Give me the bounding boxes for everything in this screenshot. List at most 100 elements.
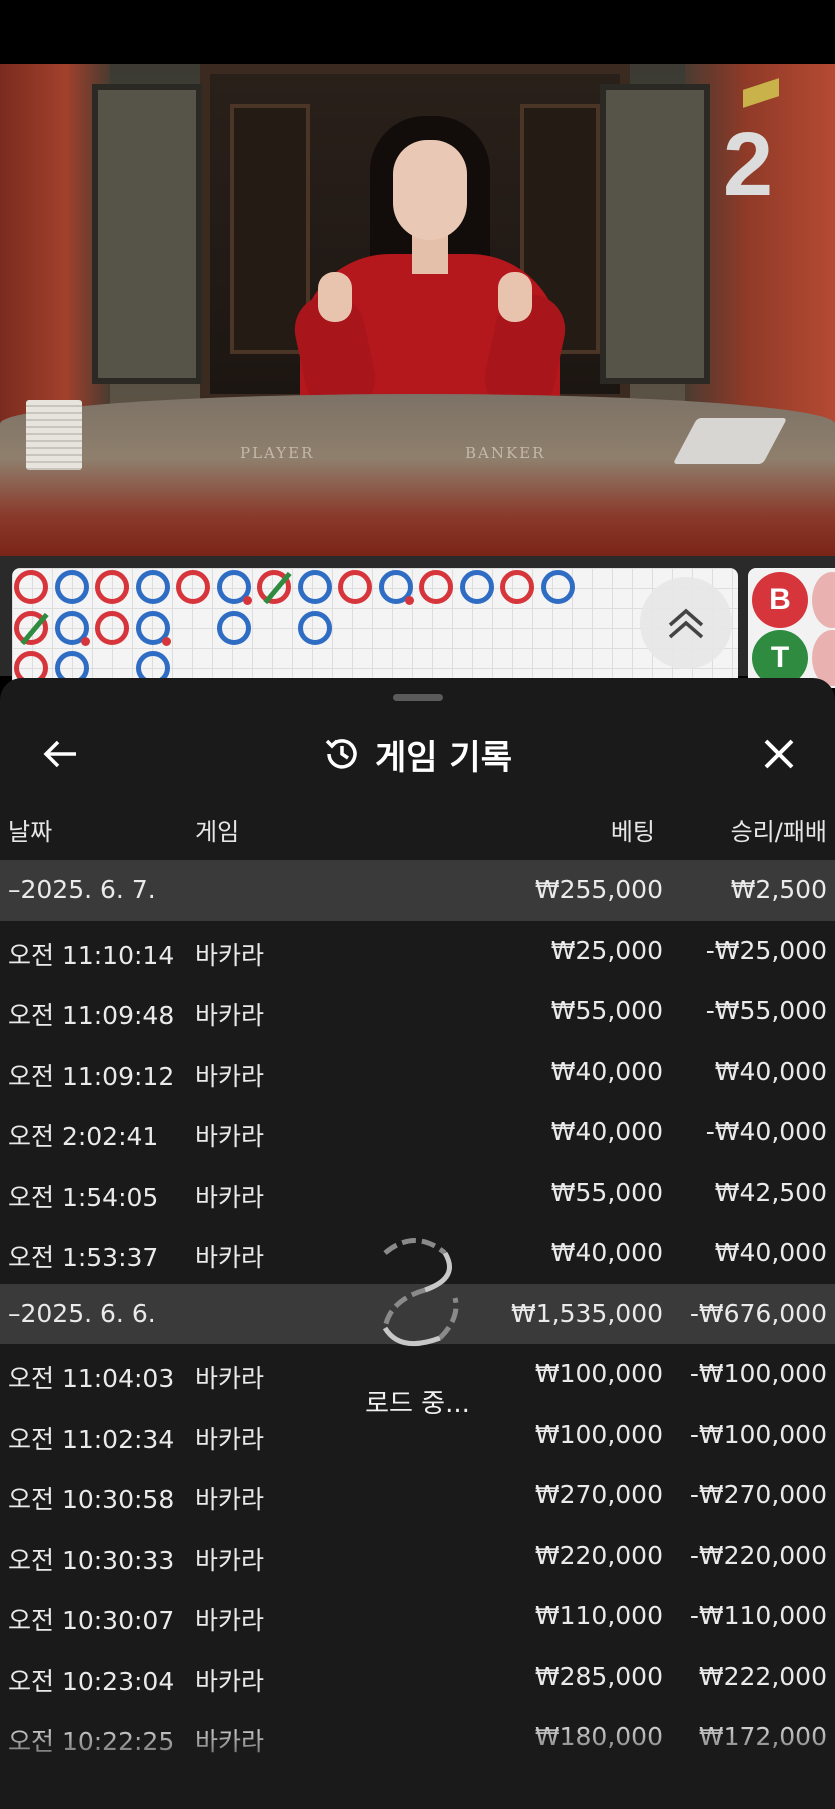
cell-win-loss: ₩222,000 bbox=[698, 1661, 827, 1691]
cell-bet: ₩55,000 bbox=[550, 996, 663, 1025]
cell-game: 바카라 bbox=[195, 1666, 265, 1696]
history-icon bbox=[325, 739, 357, 769]
close-button[interactable] bbox=[757, 732, 801, 776]
cell-win-loss: -₩676,000 bbox=[689, 1298, 827, 1328]
cell-game: 바카라 bbox=[195, 1182, 265, 1212]
cell-win-loss: -₩110,000 bbox=[689, 1601, 827, 1630]
cell-bet: ₩180,000 bbox=[534, 1722, 663, 1751]
cell-bet: ₩220,000 bbox=[534, 1540, 663, 1570]
cell-bet: ₩40,000 bbox=[550, 1117, 663, 1146]
table-row[interactable]: 오전 1:54:05 바카라 ₩55,000 ₩42,500 bbox=[0, 1163, 835, 1224]
cell-win-loss: ₩2,500 bbox=[730, 875, 827, 904]
cell-bet: ₩40,000 bbox=[550, 1238, 663, 1267]
table-row[interactable]: 오전 11:09:12 바카라 ₩40,000 ₩40,000 bbox=[0, 1042, 835, 1103]
bead-player bbox=[297, 610, 332, 645]
pair-dot bbox=[404, 596, 414, 605]
cell-date: 오전 10:30:33 bbox=[8, 1545, 175, 1575]
sheet-header: 게임 기록 bbox=[0, 714, 835, 794]
cell-game: 바카라 bbox=[195, 1001, 265, 1030]
cell-bet: ₩25,000 bbox=[550, 935, 663, 965]
pair-dot bbox=[80, 636, 90, 646]
bet-banker-button[interactable]: B bbox=[752, 572, 808, 628]
cell-date: 오전 11:10:14 bbox=[8, 940, 175, 970]
column-header-win-loss: 승리/패배 bbox=[730, 818, 827, 846]
bead-player bbox=[378, 570, 414, 605]
bead-banker bbox=[419, 570, 453, 604]
cell-win-loss: -₩100,000 bbox=[689, 1419, 827, 1449]
table-row[interactable]: 오전 10:22:25 바카라 ₩180,000 ₩172,000 bbox=[0, 1707, 835, 1768]
bead-roadmap[interactable] bbox=[12, 568, 738, 688]
cell-date: 오전 11:02:34 bbox=[8, 1424, 175, 1454]
pair-dot bbox=[242, 596, 252, 605]
bead-player bbox=[459, 570, 494, 604]
cell-date: 오전 11:09:48 bbox=[8, 1001, 175, 1030]
loading-text: 로드 중... bbox=[365, 1389, 470, 1419]
cell-game: 바카라 bbox=[195, 1424, 265, 1454]
cell-bet: ₩255,000 bbox=[534, 875, 663, 904]
table-row[interactable]: 오전 10:23:04 바카라 ₩285,000 ₩222,000 bbox=[0, 1647, 835, 1708]
table-row[interactable]: 오전 11:09:48 바카라 ₩55,000 -₩55,000 bbox=[0, 981, 835, 1042]
spinner-icon bbox=[382, 1238, 459, 1347]
bead-banker bbox=[338, 570, 372, 604]
cell-bet: ₩55,000 bbox=[550, 1177, 663, 1207]
cell-date: 오전 10:22:25 bbox=[8, 1727, 175, 1756]
bead-player bbox=[54, 570, 89, 604]
cell-date: 오전 2:02:41 bbox=[8, 1122, 159, 1151]
status-bar bbox=[0, 0, 835, 64]
date-group-row[interactable]: –2025. 6. 7. ₩255,000 ₩2,500 bbox=[0, 860, 835, 921]
live-video: PLAYER BANKER 2 bbox=[0, 64, 835, 556]
bead-player bbox=[216, 570, 252, 605]
table-row[interactable]: 오전 11:10:14 바카라 ₩25,000 -₩25,000 bbox=[0, 921, 835, 982]
cell-win-loss: -₩40,000 bbox=[705, 1117, 827, 1146]
bead-player bbox=[216, 610, 251, 645]
table-row[interactable]: 오전 10:30:33 바카라 ₩220,000 -₩220,000 bbox=[0, 1526, 835, 1587]
cell-game: 바카라 bbox=[195, 1485, 265, 1514]
bead-banker bbox=[95, 610, 129, 645]
cell-game: 바카라 bbox=[195, 1606, 265, 1635]
column-header-bet: 베팅 bbox=[610, 818, 655, 846]
dealer-hand bbox=[498, 272, 532, 322]
bead-player bbox=[540, 570, 575, 604]
bead-banker bbox=[14, 570, 48, 604]
cell-win-loss: ₩40,000 bbox=[714, 1238, 827, 1267]
bead-banker bbox=[95, 570, 129, 604]
page-title: 게임 기록 bbox=[375, 737, 512, 778]
wall-panel bbox=[92, 84, 202, 384]
column-header-game: 게임 bbox=[195, 818, 240, 846]
bead-banker bbox=[176, 570, 210, 604]
bead-player bbox=[54, 610, 90, 646]
cell-game: 바카라 bbox=[195, 1061, 265, 1091]
cell-game: 바카라 bbox=[195, 940, 265, 970]
table-row[interactable]: 오전 2:02:41 바카라 ₩40,000 -₩40,000 bbox=[0, 1102, 835, 1163]
cell-game: 바카라 bbox=[195, 1545, 265, 1575]
pair-dot bbox=[161, 636, 171, 646]
cell-bet: ₩270,000 bbox=[534, 1480, 663, 1509]
dealer-face bbox=[393, 140, 467, 240]
title-wrap: 게임 기록 bbox=[0, 714, 835, 794]
cell-date: 오전 1:54:05 bbox=[8, 1182, 159, 1212]
scroll-up-button[interactable] bbox=[640, 577, 732, 669]
cell-date: 오전 1:53:37 bbox=[8, 1243, 159, 1272]
table-row[interactable]: 오전 10:30:58 바카라 ₩270,000 -₩270,000 bbox=[0, 1465, 835, 1526]
felt-banker-label: BANKER bbox=[465, 444, 546, 462]
bead-player bbox=[297, 570, 332, 604]
cell-date: 오전 10:30:58 bbox=[8, 1485, 175, 1514]
cell-bet: ₩1,535,000 bbox=[511, 1298, 663, 1328]
column-headers: 날짜 게임 베팅 승리/패배 bbox=[0, 798, 835, 856]
round-number: 2 bbox=[722, 115, 773, 215]
wall-panel bbox=[600, 84, 710, 384]
column-header-date: 날짜 bbox=[8, 818, 53, 846]
tie-mark bbox=[20, 612, 49, 645]
cell-win-loss: ₩172,000 bbox=[698, 1722, 827, 1751]
cell-date: 오전 10:30:07 bbox=[8, 1606, 175, 1635]
loading-spinner bbox=[370, 1228, 470, 1358]
bead-player bbox=[135, 610, 171, 646]
cell-win-loss: -₩270,000 bbox=[689, 1480, 827, 1509]
sheet-grabber[interactable] bbox=[393, 694, 443, 701]
cell-game: 바카라 bbox=[195, 1727, 265, 1756]
table-row[interactable]: 오전 10:30:07 바카라 ₩110,000 -₩110,000 bbox=[0, 1586, 835, 1647]
cell-win-loss: ₩40,000 bbox=[714, 1056, 827, 1086]
bead-banker bbox=[500, 570, 534, 604]
cell-win-loss: -₩25,000 bbox=[705, 935, 827, 965]
bead-player bbox=[135, 570, 170, 604]
